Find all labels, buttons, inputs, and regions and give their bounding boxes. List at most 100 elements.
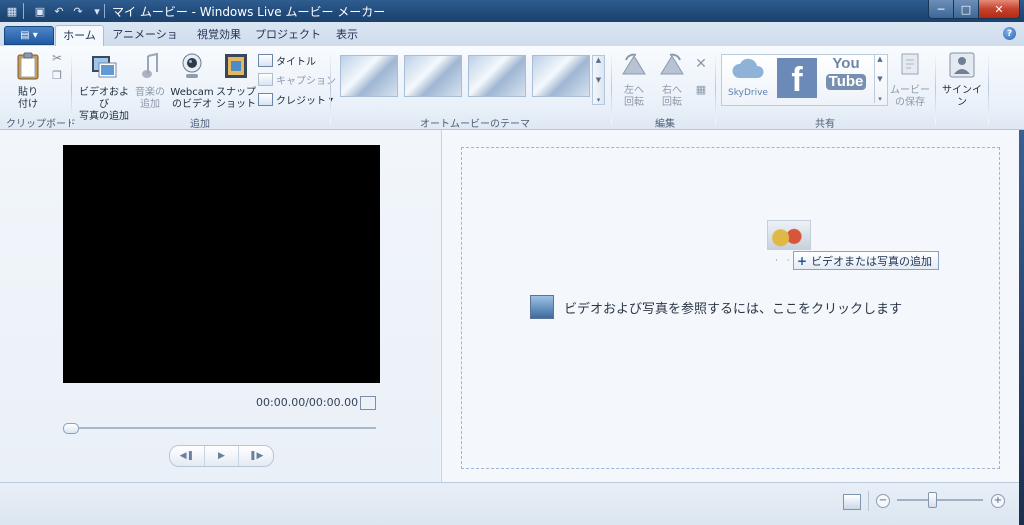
next-frame-icon: ❚▶ <box>248 451 264 461</box>
group-separator <box>715 52 716 124</box>
add-videos-photos-button[interactable]: ビデオおよび 写真の追加 <box>76 52 132 123</box>
tab-animation[interactable]: アニメーション <box>108 25 182 61</box>
copy-button[interactable]: ❐ <box>50 70 64 82</box>
title-button[interactable]: タイトル <box>258 52 316 68</box>
zoom-out-button[interactable]: − <box>876 494 890 508</box>
zoom-in-button[interactable]: + <box>991 494 1005 508</box>
copy-icon: ❐ <box>52 69 62 82</box>
play-button[interactable]: ▶ <box>205 446 240 466</box>
add-music-label-1: 音楽の <box>135 87 165 98</box>
skydrive-button[interactable]: SkyDrive <box>724 58 772 99</box>
undo-icon[interactable]: ↶ <box>51 3 67 19</box>
webcam-video-button[interactable]: Webcam のビデオ <box>170 52 214 111</box>
minimize-button[interactable]: ─ <box>928 0 954 19</box>
desktop-edge <box>1019 130 1024 525</box>
add-videos-label-1: ビデオおよび <box>79 87 129 110</box>
group-separator <box>611 52 612 124</box>
facebook-button[interactable]: f <box>777 58 817 99</box>
youtube-button[interactable]: You Tube <box>826 56 866 90</box>
video-preview-monitor[interactable] <box>63 145 380 383</box>
paste-label-2: 付け <box>18 99 38 110</box>
seek-bar[interactable] <box>70 427 376 429</box>
save-movie-button[interactable]: ムービー の保存 <box>888 52 932 109</box>
close-button[interactable]: ✕ <box>978 0 1020 19</box>
add-music-label-2: 追加 <box>140 99 160 110</box>
gallery-more-icon: ▾ <box>596 96 601 104</box>
zoom-slider-thumb[interactable] <box>928 492 937 508</box>
maximize-button[interactable]: □ <box>953 0 979 19</box>
group-separator <box>935 52 936 124</box>
customize-qa-icon[interactable]: ▾ <box>89 3 105 19</box>
caption-button[interactable]: キャプション <box>258 71 336 87</box>
status-separator <box>868 491 869 511</box>
app-film-icon: ▦ <box>6 4 18 18</box>
select-all-button[interactable]: ▦ <box>692 84 710 96</box>
next-frame-button[interactable]: ❚▶ <box>239 446 273 466</box>
webcam-label-2: のビデオ <box>172 99 212 110</box>
credit-button[interactable]: クレジット ▾ <box>258 91 333 107</box>
window-title: マイ ムービー - Windows Live ムービー メーカー <box>112 5 386 19</box>
previous-frame-button[interactable]: ◀❚ <box>170 446 205 466</box>
theme-gallery-scrollbar[interactable]: ▲ ▼ ▾ <box>592 55 605 105</box>
credit-icon <box>258 92 273 106</box>
rotate-left-button[interactable]: 左へ 回転 <box>616 52 652 109</box>
save-movie-label-1: ムービー <box>890 85 930 96</box>
plus-icon: + <box>993 495 1003 506</box>
group-label-share: 共有 <box>815 119 835 130</box>
share-down-icon: ▼ <box>877 75 883 83</box>
storyboard-view-icon[interactable] <box>843 494 861 510</box>
webcam-label-1: Webcam <box>170 87 214 98</box>
photo-thumbnail-graphic <box>767 220 811 250</box>
app-menu-button[interactable]: ▤ ▾ <box>4 26 54 45</box>
group-label-clipboard: クリップボード <box>6 119 76 130</box>
minimize-icon: ─ <box>937 2 945 16</box>
help-icon[interactable]: ? <box>1003 27 1016 40</box>
automovie-theme-3[interactable] <box>468 55 526 97</box>
group-label-add: 追加 <box>190 119 210 130</box>
close-icon: ✕ <box>994 2 1004 16</box>
paste-button[interactable]: 貼り 付け <box>8 52 48 111</box>
add-videos-photos-tooltip[interactable]: + ビデオまたは写真の追加 <box>793 251 940 270</box>
share-gallery-scrollbar[interactable]: ▲ ▼ ▾ <box>874 55 885 103</box>
zoom-slider[interactable] <box>897 499 983 501</box>
save-movie-label-2: の保存 <box>895 97 925 108</box>
cut-button[interactable]: ✂ <box>50 52 64 64</box>
paste-label-1: 貼り <box>18 87 38 98</box>
playback-time: 00:00.00/00:00.00 <box>256 396 359 409</box>
seek-thumb[interactable] <box>63 423 79 434</box>
youtube-logo-line2: Tube <box>826 74 866 90</box>
app-menu-icon: ▤ ▾ <box>20 30 38 41</box>
tab-view[interactable]: 表示 <box>328 25 366 45</box>
automovie-theme-1[interactable] <box>340 55 398 97</box>
automovie-theme-2[interactable] <box>404 55 462 97</box>
play-icon: ▶ <box>218 451 225 461</box>
automovie-theme-4[interactable] <box>532 55 590 97</box>
quick-access-toolbar: ▦ ▣ ↶ ↷ ▾ <box>4 3 108 19</box>
sign-in-button[interactable]: サインイン <box>939 52 985 109</box>
skydrive-cloud-icon <box>732 58 764 78</box>
fullscreen-icon[interactable] <box>360 396 376 410</box>
share-up-icon: ▲ <box>877 55 883 63</box>
save-icon[interactable]: ▣ <box>32 3 48 19</box>
caption-icon <box>258 72 273 86</box>
rotate-right-button[interactable]: 右へ 回転 <box>654 52 690 109</box>
storyboard-hint[interactable]: ビデオおよび写真を参照するには、ここをクリックします <box>530 294 902 320</box>
rotate-left-label-1: 左へ <box>624 85 644 96</box>
ribbon-tab-row: ▤ ▾ ホーム アニメーション 視覚効果 プロジェクト 表示 ? <box>0 22 1024 61</box>
title-label: タイトル <box>276 56 316 68</box>
tab-visual-effects[interactable]: 視覚効果 <box>190 25 248 45</box>
group-separator <box>988 52 989 124</box>
tab-project[interactable]: プロジェクト <box>255 25 321 45</box>
remove-button[interactable]: ✕ <box>692 57 710 71</box>
add-music-button[interactable]: 音楽の 追加 <box>132 52 168 111</box>
gallery-down-icon: ▼ <box>595 76 602 84</box>
redo-icon[interactable]: ↷ <box>70 3 86 19</box>
title-icon <box>258 53 273 67</box>
storyboard-hint-text: ビデオおよび写真を参照するには、ここをクリックします <box>564 301 903 317</box>
share-more-icon: ▾ <box>878 95 882 103</box>
ribbon-home: 貼り 付け ✂ ❐ クリップボード ビデオおよび 写真の追加 音楽の 追加 We… <box>0 46 1024 130</box>
playback-controls: ◀❚ ▶ ❚▶ <box>169 445 274 467</box>
tab-home[interactable]: ホーム <box>55 25 104 47</box>
snapshot-button[interactable]: スナップ ショット <box>216 52 256 111</box>
rotate-right-label-2: 回転 <box>662 97 682 108</box>
